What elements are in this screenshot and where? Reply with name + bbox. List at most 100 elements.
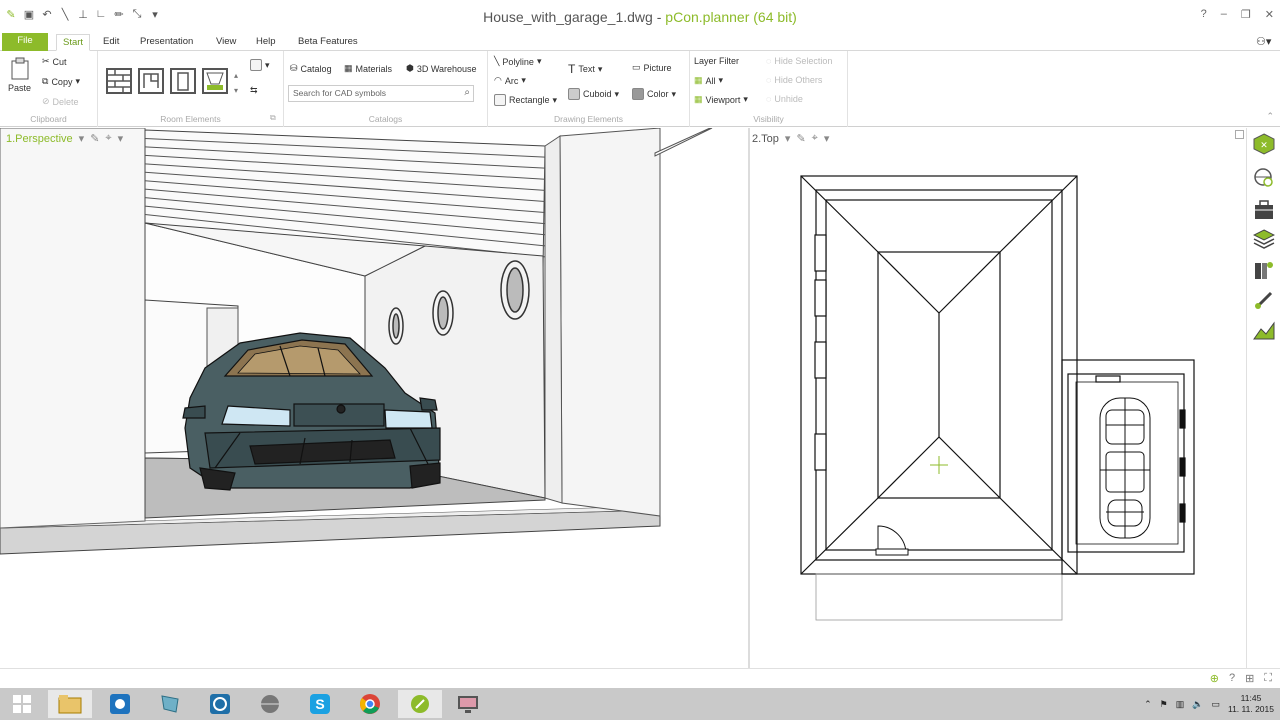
perspective-dropdown-icon[interactable]: ▾ xyxy=(79,132,85,145)
layer-all-dropdown[interactable]: ▦ All ▾ xyxy=(694,75,723,86)
fullscreen-icon[interactable]: ⛶ xyxy=(1264,672,1272,685)
maximize-viewport-icon[interactable] xyxy=(1235,130,1244,139)
network-icon[interactable]: ▥ xyxy=(1176,699,1185,710)
search-icon[interactable]: ⌕ xyxy=(464,87,470,98)
visibility-group-label: Visibility xyxy=(753,114,784,124)
drawing-elements-group-label: Drawing Elements xyxy=(554,114,623,124)
catalog-sidebar-icon[interactable]: ✕ xyxy=(1252,132,1276,156)
move-icon[interactable]: ▾ xyxy=(250,59,270,71)
arc-label: Arc xyxy=(504,75,519,86)
cuboid-button[interactable]: Cuboid ▾ xyxy=(568,88,619,100)
collapse-ribbon-icon[interactable]: ⌃ xyxy=(1266,111,1274,122)
minimize-button[interactable]: – xyxy=(1221,8,1227,21)
visibility-group: Layer Filter ▦ All ▾ ▦ Viewport ▾ ◌ Hide Sele… xyxy=(690,51,848,127)
cut-button[interactable]: ✂ Cut xyxy=(42,56,67,67)
snap-icon[interactable]: ⊕ xyxy=(1210,672,1219,685)
layers-sidebar-icon[interactable] xyxy=(1252,226,1276,250)
perspective-viewport-header[interactable]: 1.Perspective ▾ ✎ ⌖ ▾ xyxy=(6,132,123,145)
wall-icon[interactable] xyxy=(106,68,132,94)
color-label: Color xyxy=(647,89,669,99)
tab-beta-features[interactable]: Beta Features xyxy=(292,34,364,51)
tray-expand-icon[interactable]: ⌃ xyxy=(1144,699,1152,710)
door-icon[interactable] xyxy=(170,68,196,94)
unhide-button[interactable]: ◌ Unhide xyxy=(766,94,803,104)
delete-label: Delete xyxy=(52,96,79,107)
title-separator: - xyxy=(652,9,666,25)
rectangle-button[interactable]: Rectangle ▾ xyxy=(494,94,557,106)
materials-icon: ▦ xyxy=(344,63,353,73)
link-icon[interactable]: ⇆ xyxy=(250,85,258,96)
pencil-icon[interactable]: ✎ xyxy=(796,132,805,145)
copy-label: Copy xyxy=(51,76,73,87)
outlook-icon[interactable] xyxy=(98,690,142,718)
layout-grid-icon[interactable]: ⊞ xyxy=(1245,672,1254,685)
perspective-viewport-label[interactable]: 1.Perspective xyxy=(6,133,73,145)
picture-icon: ▭ xyxy=(632,62,641,72)
app-icon-circle[interactable] xyxy=(198,690,242,718)
top-viewport[interactable]: 2.Top ▾ ✎ ⌖ ▾ xyxy=(750,128,1246,668)
color-button[interactable]: Color ▾ xyxy=(632,88,676,100)
pin-icon[interactable]: ⌖ xyxy=(812,132,818,145)
windows-start-icon[interactable] xyxy=(0,690,44,718)
tab-start[interactable]: Start xyxy=(56,34,91,51)
help-button[interactable]: ? xyxy=(1201,8,1207,21)
copy-button[interactable]: ⧉ Copy ▾ xyxy=(42,76,80,87)
flag-icon[interactable]: ⚑ xyxy=(1160,699,1168,710)
window-symbols xyxy=(814,234,827,471)
right-toolbar: ✕ xyxy=(1246,128,1280,668)
viewport-dropdown[interactable]: ▦ Viewport ▾ xyxy=(694,94,748,105)
top-viewport-label[interactable]: 2.Top xyxy=(752,133,779,145)
tab-presentation[interactable]: Presentation xyxy=(134,34,199,51)
app-icon-sphere[interactable] xyxy=(248,690,292,718)
clock[interactable]: 11:45 11. 11. 2015 xyxy=(1228,693,1274,715)
tab-help[interactable]: Help xyxy=(250,34,282,51)
toolbox-icon[interactable] xyxy=(1252,198,1276,222)
pcon-planner-taskbar-icon[interactable] xyxy=(398,690,442,718)
skype-icon[interactable]: S xyxy=(298,690,342,718)
terrain-icon[interactable] xyxy=(1252,318,1276,342)
app-icon-prism[interactable] xyxy=(148,690,192,718)
tab-view[interactable]: View xyxy=(210,34,242,51)
keyboard-icon[interactable]: ▭ xyxy=(1211,699,1220,710)
app-icon-monitor[interactable] xyxy=(446,690,490,718)
arc-button[interactable]: ◠ Arc ▾ xyxy=(494,75,526,86)
room-elements-scroll-icon[interactable]: ▴ ▾ xyxy=(234,71,238,95)
top-options-icon[interactable]: ▾ xyxy=(824,132,830,145)
cad-symbol-search-input[interactable]: Search for CAD symbols ⌕ xyxy=(288,85,474,102)
3d-warehouse-button[interactable]: ⬢ 3D Warehouse xyxy=(406,63,477,74)
pencil-icon[interactable]: ✎ xyxy=(90,132,99,145)
paste-button[interactable]: Paste xyxy=(8,57,31,93)
text-button[interactable]: T Text ▾ xyxy=(568,62,602,76)
hide-others-button[interactable]: ◌ Hide Others xyxy=(766,75,822,85)
materials-sidebar-icon[interactable] xyxy=(1252,258,1276,282)
window-element-icon[interactable] xyxy=(202,68,228,94)
user-icon[interactable]: ⚇▾ xyxy=(1250,34,1277,51)
close-button[interactable]: ✕ xyxy=(1265,8,1274,21)
materials-button[interactable]: ▦ Materials xyxy=(344,63,392,74)
polyline-icon: ╲ xyxy=(494,56,500,66)
tab-file[interactable]: File xyxy=(2,33,48,51)
perspective-viewport[interactable]: 1.Perspective ▾ ✎ ⌖ ▾ xyxy=(0,127,748,668)
catalog-button[interactable]: ⛁ Catalog xyxy=(290,63,332,74)
chrome-icon[interactable] xyxy=(348,690,392,718)
hide-selection-button[interactable]: ◌ Hide Selection xyxy=(766,56,832,66)
window-controls: ? – ❐ ✕ xyxy=(1201,8,1274,21)
perspective-options-icon[interactable]: ▾ xyxy=(118,132,124,145)
room-icon[interactable] xyxy=(138,68,164,94)
maximize-button[interactable]: ❐ xyxy=(1241,8,1251,21)
web-search-icon[interactable] xyxy=(1252,166,1276,190)
polyline-button[interactable]: ╲ Polyline ▾ xyxy=(494,56,541,67)
tab-edit[interactable]: Edit xyxy=(97,34,125,51)
help-status-icon[interactable]: ? xyxy=(1229,672,1235,685)
search-placeholder: Search for CAD symbols xyxy=(293,88,387,98)
dialog-launcher-icon[interactable]: ⧉ xyxy=(270,113,276,123)
picture-button[interactable]: ▭ Picture xyxy=(632,62,672,73)
volume-icon[interactable]: 🔈 xyxy=(1192,699,1203,710)
top-viewport-header[interactable]: 2.Top ▾ ✎ ⌖ ▾ xyxy=(752,132,829,145)
brush-icon[interactable] xyxy=(1252,288,1276,312)
delete-button[interactable]: ⊘ Delete xyxy=(42,96,79,107)
pin-icon[interactable]: ⌖ xyxy=(105,132,111,145)
document-name: House_with_garage_1.dwg xyxy=(483,9,653,25)
top-dropdown-icon[interactable]: ▾ xyxy=(785,132,791,145)
file-explorer-icon[interactable] xyxy=(48,690,92,718)
